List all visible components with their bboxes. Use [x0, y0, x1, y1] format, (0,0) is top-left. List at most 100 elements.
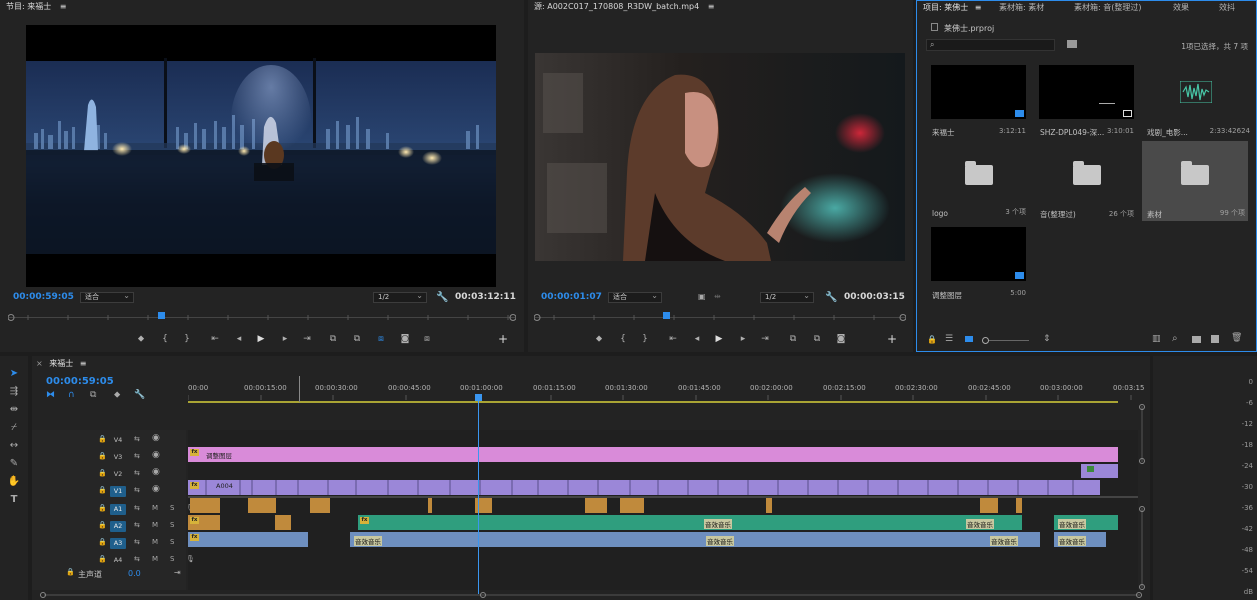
- audio-clip[interactable]: [766, 498, 772, 513]
- track-label[interactable]: V1: [110, 486, 126, 497]
- project-item-audio[interactable]: 戏剧_电影... 2:33:42624: [1144, 65, 1250, 139]
- panel-menu-icon[interactable]: ≡: [80, 359, 87, 368]
- mark-out-icon[interactable]: }: [180, 332, 194, 346]
- add-marker-icon[interactable]: ⬥: [134, 332, 148, 346]
- snap-icon[interactable]: ∩: [68, 390, 75, 400]
- razor-tool-icon[interactable]: ⌿: [6, 422, 22, 436]
- play-icon[interactable]: ▶: [712, 332, 726, 346]
- video-clip[interactable]: [1081, 464, 1118, 478]
- insert-icon[interactable]: ⧉: [786, 332, 800, 346]
- audio-clip[interactable]: [190, 498, 220, 513]
- track-label[interactable]: V2: [110, 469, 126, 480]
- audio-clip[interactable]: [275, 515, 291, 530]
- icon-view-icon[interactable]: [965, 336, 973, 342]
- wrench-icon[interactable]: 🔧: [825, 292, 837, 303]
- sync-lock-icon[interactable]: ⇆: [134, 538, 140, 546]
- solo-button[interactable]: S: [170, 538, 174, 546]
- source-current-time[interactable]: 00:00:01:07: [541, 292, 602, 302]
- mute-button[interactable]: M: [152, 504, 158, 512]
- new-bin-icon[interactable]: [1192, 336, 1201, 343]
- automate-to-sequence-icon[interactable]: ▥: [1152, 334, 1161, 344]
- step-forward-icon[interactable]: ▸: [736, 332, 750, 346]
- track-label[interactable]: A4: [110, 555, 126, 566]
- mark-in-icon[interactable]: {: [616, 332, 630, 346]
- audio-clip[interactable]: [585, 498, 607, 513]
- source-resolution-dropdown[interactable]: 1/2: [760, 291, 814, 303]
- panel-menu-icon[interactable]: ≡: [60, 2, 67, 11]
- step-forward-icon[interactable]: ▸: [278, 332, 292, 346]
- add-marker-icon[interactable]: ⬥: [592, 332, 606, 346]
- timeline-ruler[interactable]: 00:00 00:00:15:00 00:00:30:00 00:00:45:0…: [188, 380, 1146, 404]
- project-item-sequence[interactable]: 来福士 3:12:11: [929, 65, 1029, 139]
- zoom-slider[interactable]: [982, 337, 1029, 344]
- track-label[interactable]: A3: [110, 538, 126, 549]
- project-item-adjustment-layer[interactable]: 调整图层 5:00: [929, 227, 1029, 301]
- eye-icon[interactable]: ◉: [152, 450, 160, 460]
- step-back-icon[interactable]: ◂: [690, 332, 704, 346]
- find-icon[interactable]: ⌕: [1172, 333, 1178, 344]
- lock-icon[interactable]: 🔒: [98, 435, 107, 443]
- eye-icon[interactable]: ◉: [152, 467, 160, 477]
- wrench-icon[interactable]: 🔧: [436, 292, 448, 303]
- extract-icon[interactable]: ⧉: [350, 332, 364, 346]
- audio-clip[interactable]: [620, 498, 644, 513]
- video-tracks-scrollbar[interactable]: [1138, 404, 1146, 464]
- type-tool-icon[interactable]: T: [6, 494, 22, 508]
- sync-lock-icon[interactable]: ⇆: [134, 504, 140, 512]
- program-fit-dropdown[interactable]: 适合: [80, 291, 134, 303]
- drag-audio-icon[interactable]: ⇹: [714, 292, 721, 301]
- scroll-knob-left[interactable]: [40, 592, 46, 598]
- drag-video-icon[interactable]: ▣: [698, 292, 706, 301]
- audio-clip[interactable]: fx 音效音乐 音效音乐: [358, 515, 1022, 530]
- panel-menu-icon[interactable]: ≡: [975, 3, 982, 12]
- close-tab-icon[interactable]: ×: [36, 359, 43, 368]
- sync-lock-icon[interactable]: ⇆: [134, 452, 140, 460]
- mark-out-icon[interactable]: }: [638, 332, 652, 346]
- pen-tool-icon[interactable]: ✎: [6, 458, 22, 472]
- microphone-icon[interactable]: 🎙: [186, 555, 195, 563]
- overwrite-icon[interactable]: ⧉: [810, 332, 824, 346]
- track-select-tool-icon[interactable]: ⇶: [6, 386, 22, 400]
- lock-icon[interactable]: 🔒: [98, 521, 107, 529]
- lock-icon[interactable]: 🔒: [98, 486, 107, 494]
- scroll-knob-mid[interactable]: [480, 592, 486, 598]
- track-label[interactable]: A1: [110, 504, 126, 515]
- lift-icon[interactable]: ⧉: [326, 332, 340, 346]
- go-to-in-icon[interactable]: ⇤: [666, 332, 680, 346]
- mute-button[interactable]: M: [152, 538, 158, 546]
- nest-icon[interactable]: ⧓: [46, 390, 55, 400]
- source-playhead-marker[interactable]: [663, 312, 670, 319]
- project-item-folder-logo[interactable]: logo 3 个项: [929, 145, 1029, 219]
- go-to-out-icon[interactable]: ⇥: [758, 332, 772, 346]
- audio-clip[interactable]: [1016, 498, 1022, 513]
- audio-clip[interactable]: fx: [188, 532, 308, 547]
- timeline-horizontal-scrollbar[interactable]: [40, 592, 1144, 598]
- selection-tool-icon[interactable]: ➤: [6, 368, 22, 382]
- lock-icon[interactable]: 🔒: [98, 504, 107, 512]
- ripple-edit-tool-icon[interactable]: ⇹: [6, 404, 22, 418]
- tab-effect-controls[interactable]: 效抖: [1219, 1, 1235, 15]
- audio-clip[interactable]: 音效音乐: [1054, 532, 1106, 547]
- mute-button[interactable]: M: [152, 521, 158, 529]
- adjustment-layer-clip[interactable]: fx 调整图层: [188, 447, 1118, 462]
- solo-button[interactable]: S: [170, 504, 174, 512]
- audio-clip[interactable]: fx: [188, 515, 220, 530]
- go-to-out-icon[interactable]: ⇥: [300, 332, 314, 346]
- source-scrub-bar[interactable]: [534, 312, 906, 322]
- wrench-icon[interactable]: 🔧: [134, 390, 145, 400]
- step-back-icon[interactable]: ◂: [232, 332, 246, 346]
- lock-icon[interactable]: 🔒: [98, 469, 107, 477]
- eye-icon[interactable]: ◉: [152, 484, 160, 494]
- master-volume-value[interactable]: 0.0: [128, 569, 141, 578]
- mark-in-icon[interactable]: {: [158, 332, 172, 346]
- program-monitor-tab[interactable]: 节目: 来福士 ≡: [0, 0, 67, 14]
- audio-clip[interactable]: 音效音乐 音效音乐 音效音乐: [350, 532, 1040, 547]
- audio-tracks-scrollbar[interactable]: [1138, 506, 1146, 590]
- track-label[interactable]: V4: [110, 435, 126, 446]
- audio-clip[interactable]: [310, 498, 330, 513]
- comparison-view-icon[interactable]: ⧈: [374, 332, 388, 346]
- program-current-time[interactable]: 00:00:59:05: [13, 292, 74, 302]
- timeline-tab[interactable]: × 来福士 ≡: [36, 358, 87, 370]
- audio-clip[interactable]: [428, 498, 432, 513]
- new-search-bin-icon[interactable]: [1067, 40, 1077, 48]
